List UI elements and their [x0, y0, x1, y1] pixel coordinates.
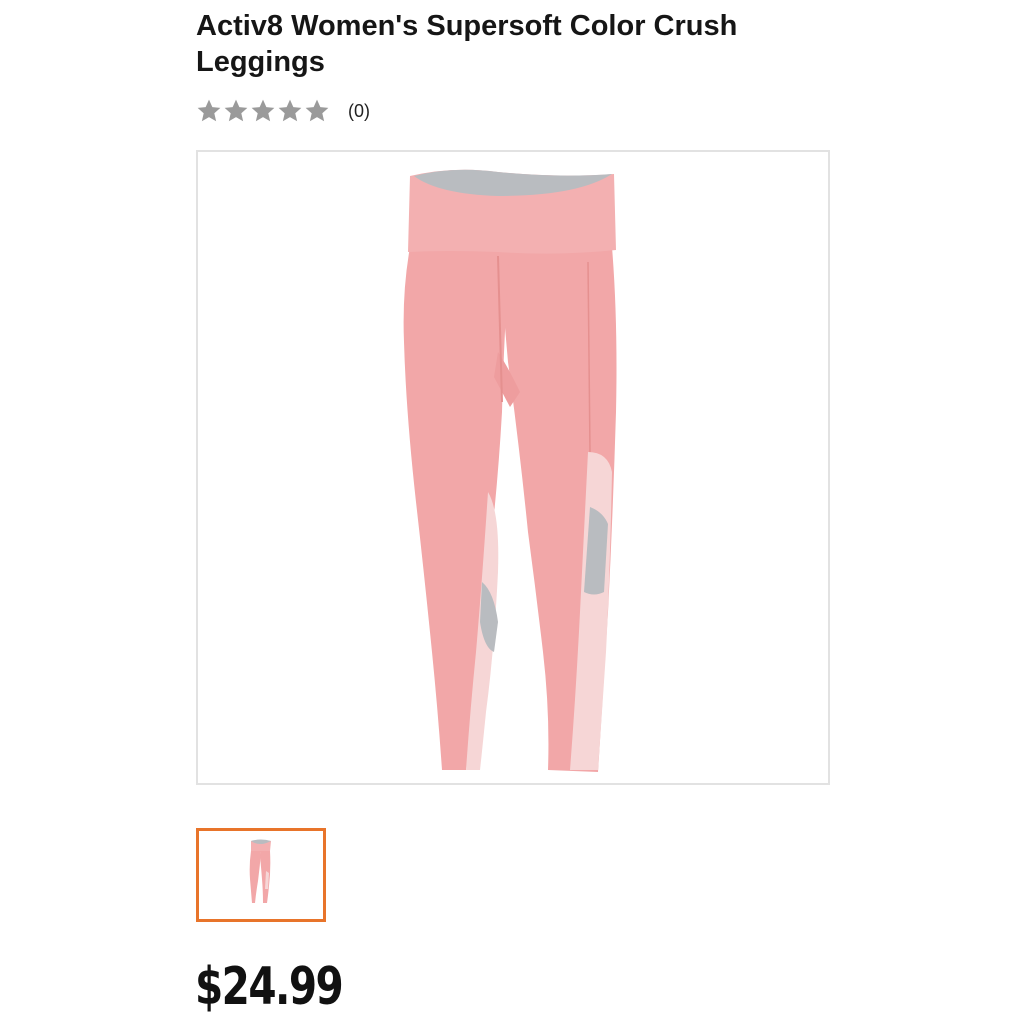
- leggings-photo-icon: [403, 169, 617, 772]
- main-product-image[interactable]: [196, 150, 830, 785]
- review-count[interactable]: (0): [348, 101, 370, 122]
- star-icon: [304, 98, 330, 124]
- product-price: $24.99: [195, 957, 344, 1017]
- product-page: Activ8 Women's Supersoft Color Crush Leg…: [0, 0, 1024, 1024]
- product-rating[interactable]: (0): [196, 96, 370, 126]
- star-icon: [196, 98, 222, 124]
- star-icon: [250, 98, 276, 124]
- star-icon: [223, 98, 249, 124]
- star-icon: [277, 98, 303, 124]
- star-rating: [196, 98, 330, 124]
- product-title: Activ8 Women's Supersoft Color Crush Leg…: [196, 10, 738, 78]
- leggings-thumbnail-icon: [249, 839, 271, 903]
- product-thumbnail-selected[interactable]: [196, 828, 326, 922]
